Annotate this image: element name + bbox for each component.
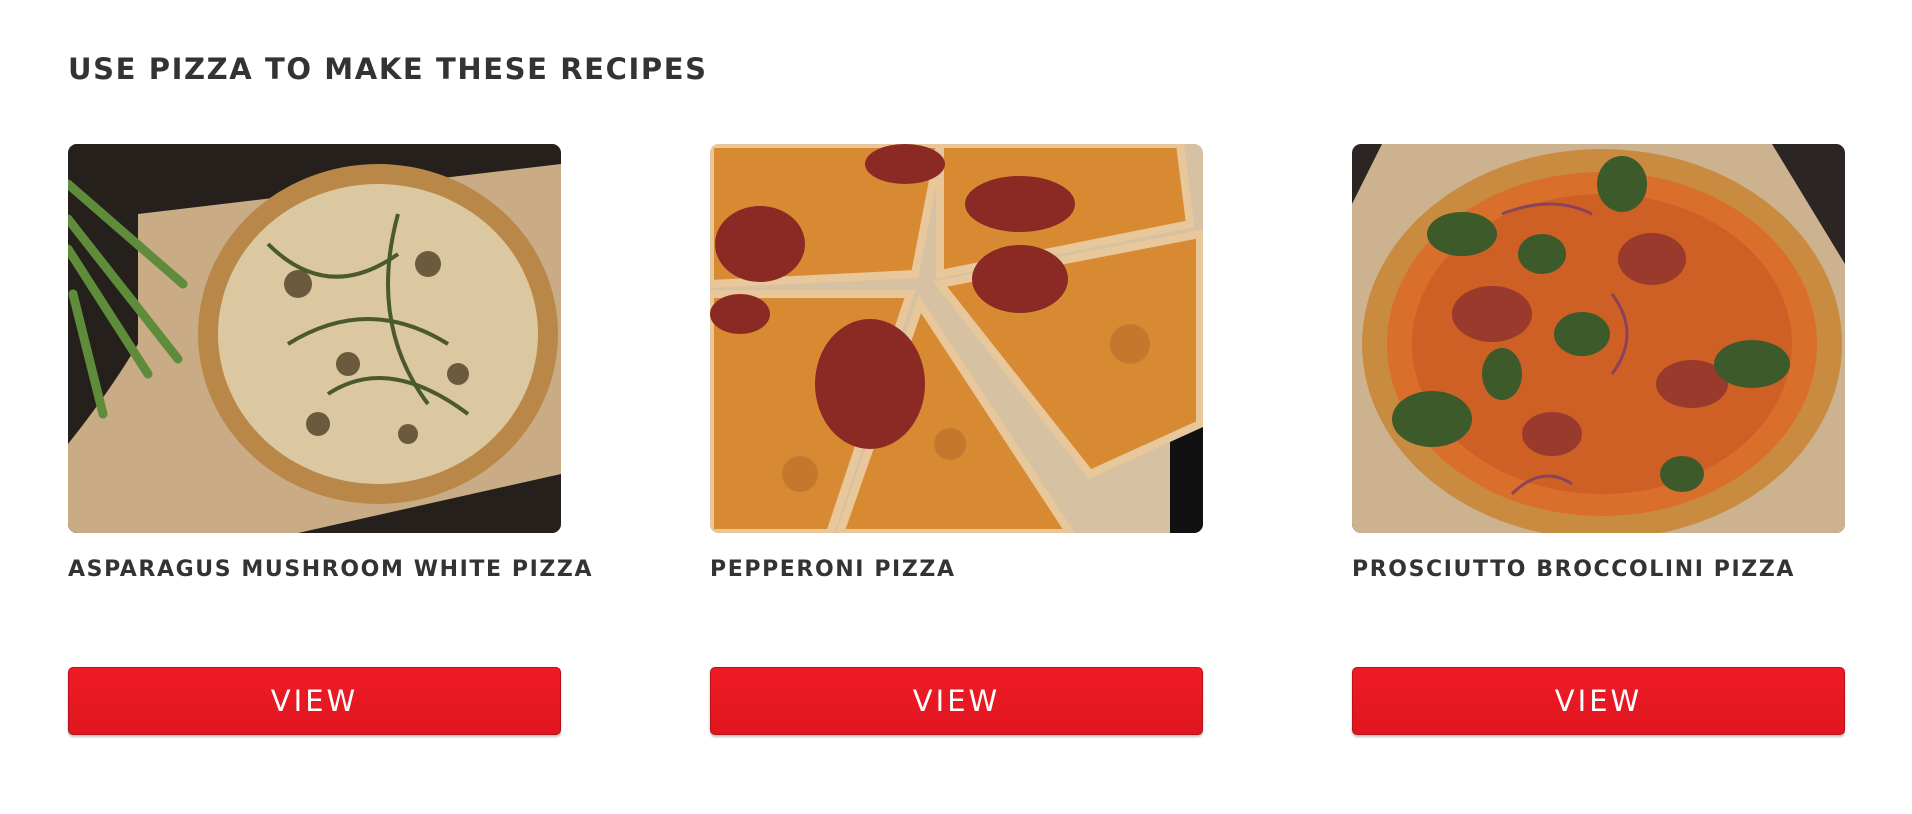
recipe-title[interactable]: ASPARAGUS MUSHROOM WHITE PIZZA bbox=[68, 557, 592, 582]
view-button[interactable]: VIEW bbox=[710, 667, 1203, 735]
recipe-card: PEPPERONI PIZZA VIEW bbox=[710, 144, 1203, 735]
recipes-section: USE PIZZA TO MAKE THESE RECIPES ASPARAGU… bbox=[0, 0, 1912, 814]
view-button[interactable]: VIEW bbox=[68, 667, 561, 735]
recipe-image-asparagus-mushroom-white-pizza[interactable] bbox=[68, 144, 561, 533]
recipe-image-prosciutto-broccolini-pizza[interactable] bbox=[1352, 144, 1845, 533]
recipe-title[interactable]: PEPPERONI PIZZA bbox=[710, 557, 1203, 582]
recipe-image-pepperoni-pizza[interactable] bbox=[710, 144, 1203, 533]
recipe-card: PROSCIUTTO BROCCOLINI PIZZA VIEW bbox=[1352, 144, 1845, 735]
recipe-title[interactable]: PROSCIUTTO BROCCOLINI PIZZA bbox=[1352, 557, 1845, 582]
recipe-card: ASPARAGUS MUSHROOM WHITE PIZZA VIEW bbox=[68, 144, 592, 735]
view-button[interactable]: VIEW bbox=[1352, 667, 1845, 735]
section-title: USE PIZZA TO MAKE THESE RECIPES bbox=[68, 52, 708, 86]
